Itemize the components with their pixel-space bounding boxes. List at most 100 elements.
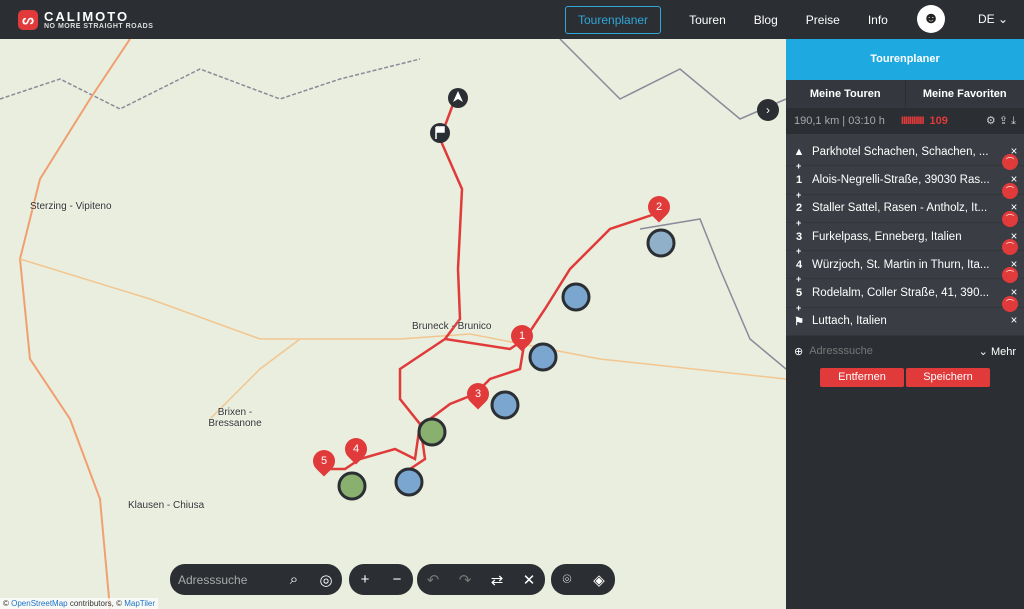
finish-marker[interactable] [430, 123, 450, 143]
curviness-bars: IIIIIIIIIII [901, 115, 924, 127]
waypoint-index: ⚑ [786, 315, 812, 328]
map-search-input[interactable]: Adresssuche [178, 573, 278, 587]
highway [20, 39, 130, 609]
marker-label: 3 [467, 383, 489, 405]
curvy-route-icon[interactable]: ⌒ [1002, 183, 1018, 199]
waypoint-label: Alois-Negrelli-Straße, 39030 Ras... [812, 174, 1004, 186]
waypoint-marker-2[interactable]: 2 [643, 191, 674, 222]
waypoint-label: Luttach, Italien [812, 315, 1004, 327]
place-klausen: Klausen - Chiusa [128, 500, 204, 511]
tab-meine-touren[interactable]: Meine Touren [786, 80, 905, 108]
border-line [0, 59, 420, 109]
insert-waypoint-icon[interactable]: + [796, 303, 801, 313]
more-button[interactable]: ⌄ Mehr [979, 345, 1016, 358]
add-waypoint-icon[interactable]: ⊕ [794, 345, 803, 358]
insert-waypoint-icon[interactable]: + [796, 274, 801, 284]
map-search-bar: Adresssuche ⌕ ◎ [170, 564, 342, 595]
search-icon[interactable]: ⌕ [278, 571, 310, 588]
layers-icon[interactable]: ◈ [583, 571, 615, 589]
redo-icon[interactable]: ↷ [449, 571, 481, 589]
collapse-panel-button[interactable]: › [757, 99, 779, 121]
insert-waypoint-icon[interactable]: + [796, 246, 801, 256]
tab-meine-favoriten[interactable]: Meine Favoriten [905, 80, 1024, 108]
tour-planner-panel: Tourenplaner Meine TourenMeine Favoriten… [786, 39, 1024, 609]
undo-icon[interactable]: ↶ [417, 571, 449, 589]
insert-waypoint-icon[interactable]: + [796, 218, 801, 228]
brand-tagline: NO MORE STRAIGHT ROADS [44, 23, 153, 30]
add-pin-icon[interactable]: ⌾ [551, 571, 583, 588]
map-attribution: © OpenStreetMap contributors, © MapTiler [0, 598, 158, 609]
start-marker[interactable] [448, 88, 468, 108]
nav-preise[interactable]: Preise [806, 13, 840, 27]
locate-icon[interactable]: ◎ [310, 571, 342, 589]
place-sterzing: Sterzing - Vipiteno [30, 201, 112, 212]
attribution-text: contributors, © [68, 599, 125, 608]
more-label: Mehr [991, 346, 1016, 358]
curvy-route-icon[interactable]: ⌒ [1002, 296, 1018, 312]
top-bar: ᔕ CALIMOTONO MORE STRAIGHT ROADS Tourenp… [0, 0, 1024, 39]
waypoint-item[interactable]: +⌒3Furkelpass, Enneberg, Italien× [786, 223, 1024, 251]
copy-symbol: © [3, 599, 11, 608]
waypoint-index: ▲ [786, 146, 812, 158]
waypoint-item[interactable]: +⌒1Alois-Negrelli-Straße, 39030 Ras...× [786, 166, 1024, 194]
map-canvas [0, 39, 786, 609]
address-input[interactable]: Adresssuche [809, 345, 978, 357]
waypoint-index: 5 [786, 287, 812, 299]
settings-icon[interactable]: ⚙ [986, 115, 996, 127]
zoom-controls: +− [349, 564, 413, 595]
waypoint-label: Furkelpass, Enneberg, Italien [812, 231, 1004, 243]
save-button[interactable]: Speichern [906, 368, 990, 387]
waypoint-item[interactable]: +⌒5Rodelalm, Coller Straße, 41, 390...× [786, 279, 1024, 307]
insert-waypoint-icon[interactable]: + [796, 161, 801, 171]
waypoint-label: Parkhotel Schachen, Schachen, ... [812, 146, 1004, 158]
download-icon[interactable]: ⤓ [1011, 115, 1016, 127]
route-stats: 190,1 km | 03:10 h IIIIIIIIIII 109 ⚙ ⇪ ⤓ [786, 108, 1024, 134]
insert-waypoint-icon[interactable]: + [796, 190, 801, 200]
waypoint-item[interactable]: ▲Parkhotel Schachen, Schachen, ...× [786, 138, 1024, 166]
language-label: DE [978, 12, 995, 26]
nav-tourenplaner[interactable]: Tourenplaner [565, 6, 661, 34]
waypoint-label: Würzjoch, St. Martin in Thurn, Ita... [812, 259, 1004, 271]
waypoint-label: Rodelalm, Coller Straße, 41, 390... [812, 287, 1004, 299]
remove-waypoint-icon[interactable]: × [1004, 315, 1024, 327]
waypoint-index: 3 [786, 231, 812, 243]
clear-route-icon[interactable]: ✕ [513, 571, 545, 589]
zoom-in-button[interactable]: + [349, 571, 381, 588]
nav-touren[interactable]: Touren [689, 13, 726, 27]
map[interactable]: Sterzing - Vipiteno Bruneck - Brunico Br… [0, 39, 786, 609]
user-avatar-icon[interactable]: ☻ [917, 5, 945, 33]
reverse-route-icon[interactable]: ⇄ [481, 571, 513, 589]
marker-label: 4 [345, 438, 367, 460]
waypoint-label: Staller Sattel, Rasen - Antholz, It... [812, 202, 1004, 214]
curvy-route-icon[interactable]: ⌒ [1002, 211, 1018, 227]
nav-blog[interactable]: Blog [754, 13, 778, 27]
curviness-score: 109 [930, 115, 948, 127]
brand-name: CALIMOTO [44, 10, 153, 23]
waypoint-item[interactable]: +⌒2Staller Sattel, Rasen - Antholz, It..… [786, 195, 1024, 223]
waypoint-marker-3[interactable]: 3 [462, 378, 493, 409]
distance-duration: 190,1 km | 03:10 h [794, 115, 885, 127]
curvy-route-icon[interactable]: ⌒ [1002, 154, 1018, 170]
waypoint-item[interactable]: +⌒4Würzjoch, St. Martin in Thurn, Ita...… [786, 251, 1024, 279]
waypoint-index: 4 [786, 259, 812, 271]
waypoint-marker-5[interactable]: 5 [308, 445, 339, 476]
border-line [560, 39, 786, 119]
remove-button[interactable]: Entfernen [820, 368, 904, 387]
waypoint-index: 1 [786, 174, 812, 186]
nav-info[interactable]: Info [868, 13, 888, 27]
calimoto-logo-icon: ᔕ [18, 10, 38, 30]
language-select[interactable]: DE ⌄ [978, 12, 1008, 26]
waypoint-marker-1[interactable]: 1 [506, 320, 537, 351]
zoom-out-button[interactable]: − [381, 571, 413, 588]
curvy-route-icon[interactable]: ⌒ [1002, 239, 1018, 255]
photo-markers[interactable] [339, 230, 674, 499]
logo[interactable]: ᔕ CALIMOTONO MORE STRAIGHT ROADS [18, 10, 153, 30]
layer-controls: ⌾◈ [551, 564, 615, 595]
maptiler-link[interactable]: MapTiler [124, 599, 155, 608]
upload-icon[interactable]: ⇪ [999, 115, 1008, 127]
curvy-route-icon[interactable]: ⌒ [1002, 267, 1018, 283]
osm-link[interactable]: OpenStreetMap [11, 599, 67, 608]
waypoint-marker-4[interactable]: 4 [340, 433, 371, 464]
waypoint-item[interactable]: +⌒⚑Luttach, Italien× [786, 308, 1024, 336]
waypoint-list: ▲Parkhotel Schachen, Schachen, ...×+⌒1Al… [786, 134, 1024, 336]
